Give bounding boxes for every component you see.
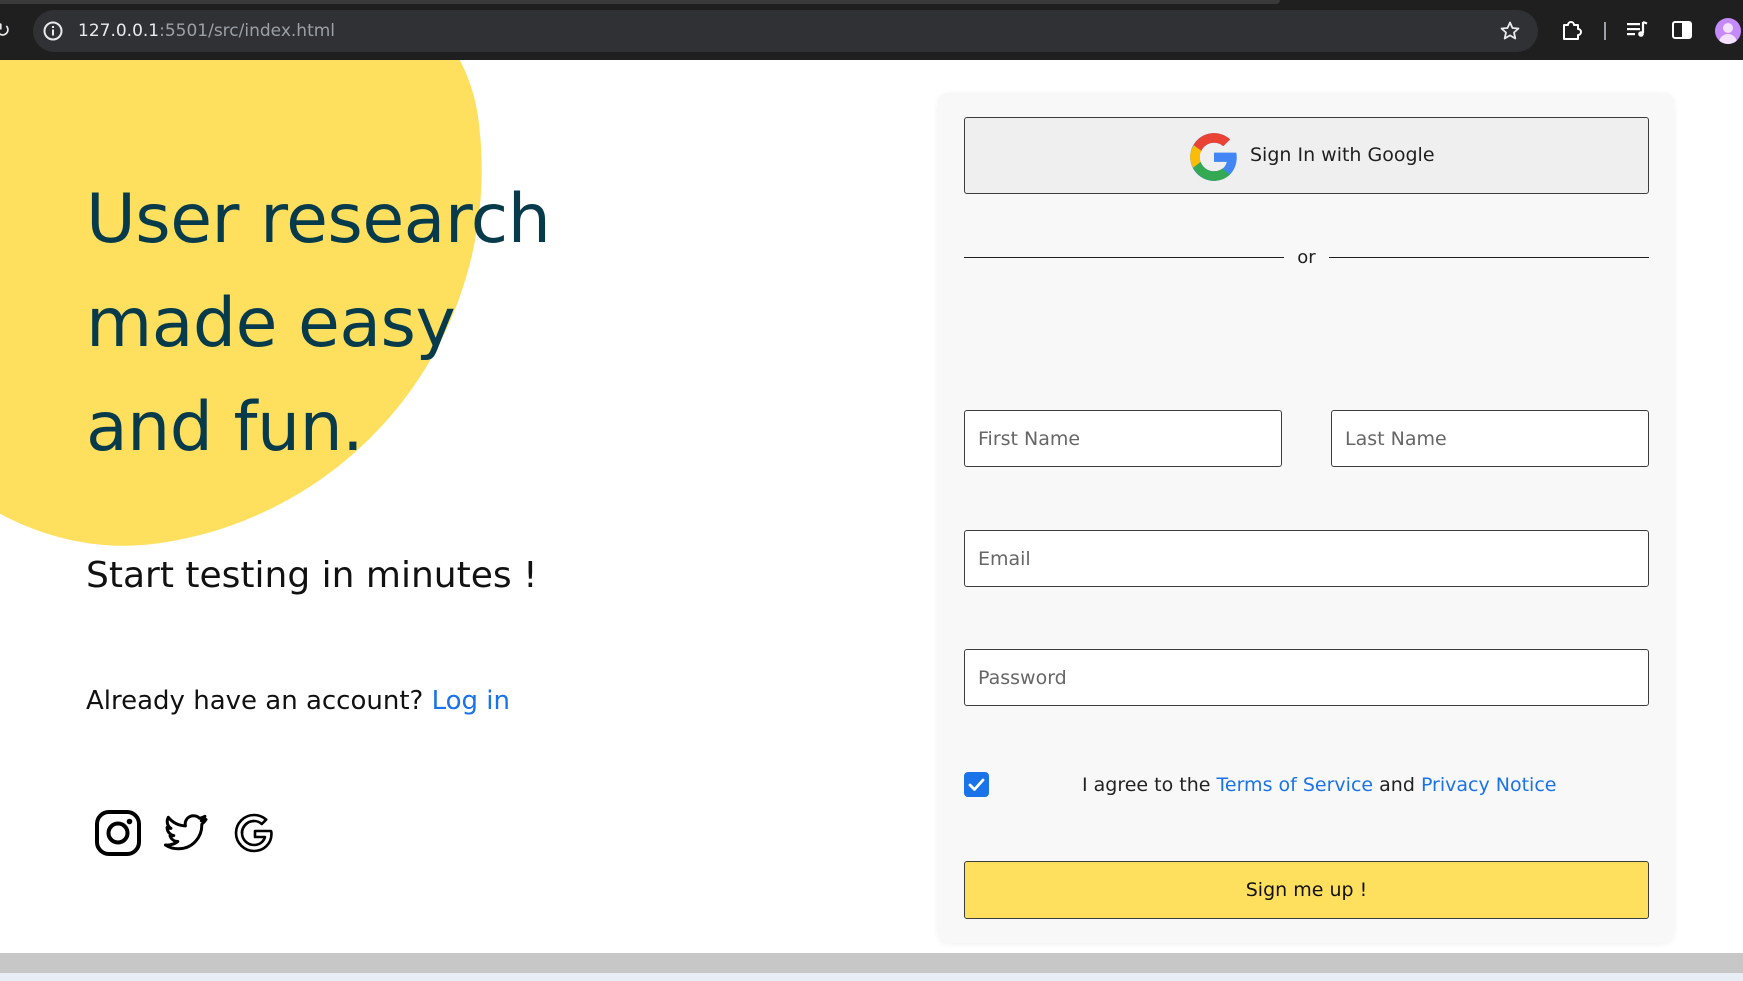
google-signin-label: Sign In with Google [1250,144,1435,166]
profile-avatar[interactable] [1715,18,1741,44]
hero-title-line-2: made easy [86,284,456,363]
google-signin-button[interactable]: Sign In with Google [964,117,1649,194]
address-bar[interactable]: 127.0.0.1:5501/src/index.html [33,10,1538,52]
hero-title: User research made easy and fun. [86,168,726,480]
bookmark-star-icon[interactable] [1498,19,1522,43]
taskbar-edge [0,973,1743,981]
twitter-icon[interactable] [162,809,210,857]
signup-submit-button[interactable]: Sign me up ! [964,861,1649,919]
account-prompt: Already have an account? Log in [86,686,510,716]
or-divider: or [964,243,1649,273]
tab-strip-edge [0,0,1280,4]
last-name-input[interactable] [1331,410,1649,467]
reload-icon[interactable]: ↻ [0,18,11,42]
divider-text: or [1297,247,1316,268]
side-panel-icon[interactable] [1671,19,1693,41]
first-name-input[interactable] [964,410,1282,467]
media-control-icon[interactable] [1625,18,1649,42]
agree-prefix: I agree to the [1082,774,1211,796]
password-input[interactable] [964,649,1649,706]
horizontal-scrollbar[interactable] [0,953,1743,973]
toolbar-separator [1604,22,1606,40]
signup-card: Sign In with Google or I agree to the Te… [938,93,1674,943]
terms-link[interactable]: Terms of Service [1217,774,1374,796]
agree-text: I agree to the Terms of Service and Priv… [1082,770,1556,800]
hero-title-line-3: and fun. [86,388,364,467]
tagline: Start testing in minutes ! [86,555,538,596]
google-icon[interactable] [230,809,278,857]
agree-checkbox[interactable] [964,772,989,797]
checkmark-icon [968,778,985,791]
url-host: 127.0.0.1 [78,21,160,41]
account-prompt-text: Already have an account? [86,686,424,716]
extensions-puzzle-icon[interactable] [1559,17,1585,43]
page-content: User research made easy and fun. Start t… [0,60,1743,953]
browser-toolbar: ↻ 127.0.0.1:5501/src/index.html [0,0,1743,60]
site-info-icon[interactable] [42,20,64,42]
divider-line-left [964,257,1284,258]
divider-line-right [1329,257,1649,258]
agree-and: and [1379,774,1415,796]
login-link[interactable]: Log in [432,686,510,716]
hero-title-line-1: User research [86,180,551,259]
instagram-icon[interactable] [94,809,142,857]
email-input[interactable] [964,530,1649,587]
privacy-link[interactable]: Privacy Notice [1421,774,1557,796]
url-text[interactable]: 127.0.0.1:5501/src/index.html [78,10,335,52]
google-logo-icon [1190,133,1237,181]
url-path: :5501/src/index.html [159,21,336,41]
